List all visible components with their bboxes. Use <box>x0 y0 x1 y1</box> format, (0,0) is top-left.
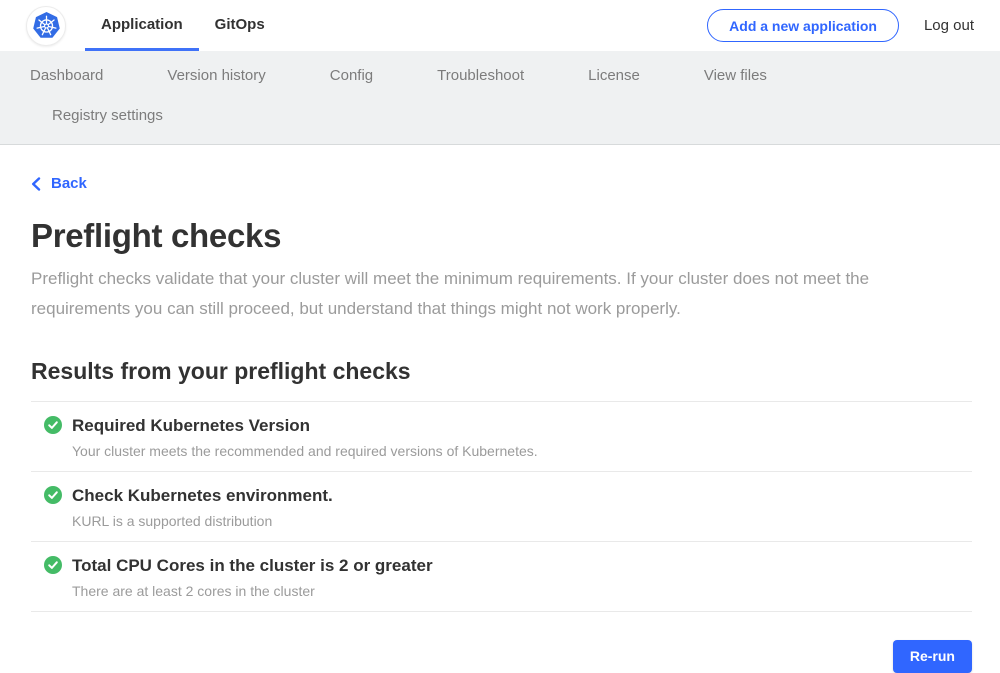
back-link[interactable]: Back <box>31 175 87 192</box>
check-title: Required Kubernetes Version <box>72 415 538 436</box>
subnav-item-dashboard[interactable]: Dashboard <box>30 67 103 84</box>
check-title: Check Kubernetes environment. <box>72 485 333 506</box>
preflight-check-row: Check Kubernetes environment. KURL is a s… <box>31 472 972 542</box>
re-run-button[interactable]: Re-run <box>893 640 972 673</box>
subnav-row: Dashboard Version history Config Troublesho… <box>30 67 1000 84</box>
subnav-item-version-history[interactable]: Version history <box>167 67 265 84</box>
add-new-application-button[interactable]: Add a new application <box>707 9 899 42</box>
check-detail: KURL is a supported distribution <box>72 513 333 529</box>
page-description: Preflight checks validate that your clus… <box>31 264 946 324</box>
check-pass-icon <box>44 556 62 579</box>
kubernetes-logo <box>26 6 66 46</box>
kubernetes-logo-icon <box>31 10 62 41</box>
check-detail: There are at least 2 cores in the cluste… <box>72 583 433 599</box>
check-pass-icon <box>44 486 62 509</box>
check-pass-icon <box>44 416 62 439</box>
top-nav-right: Add a new application Log out <box>707 9 1000 42</box>
preflight-results-list: Required Kubernetes Version Your cluster … <box>31 402 972 612</box>
footer-actions: Re-run <box>31 640 972 673</box>
subnav-item-license[interactable]: License <box>588 67 640 84</box>
back-label: Back <box>51 175 87 192</box>
chevron-left-icon <box>31 177 41 191</box>
page-title: Preflight checks <box>31 217 972 255</box>
top-tab-gitops[interactable]: GitOps <box>199 0 281 51</box>
subnav-item-troubleshoot[interactable]: Troubleshoot <box>437 67 524 84</box>
app-subnav: Dashboard Version history Config Troublesho… <box>0 51 1000 145</box>
preflight-check-row: Required Kubernetes Version Your cluster … <box>31 402 972 472</box>
top-navigation: ApplicationGitOps Add a new application … <box>0 0 1000 51</box>
subnav-row: Registry settings <box>30 107 1000 124</box>
results-heading: Results from your preflight checks <box>31 358 972 385</box>
top-tabs: ApplicationGitOps <box>85 0 281 51</box>
check-detail: Your cluster meets the recommended and r… <box>72 443 538 459</box>
preflight-check-row: Total CPU Cores in the cluster is 2 or g… <box>31 542 972 612</box>
top-tab-application[interactable]: Application <box>85 0 199 51</box>
log-out-link[interactable]: Log out <box>924 17 974 34</box>
subnav-item-registry-settings[interactable]: Registry settings <box>52 107 163 124</box>
preflight-content: Back Preflight checks Preflight checks v… <box>0 145 1000 673</box>
check-title: Total CPU Cores in the cluster is 2 or g… <box>72 555 433 576</box>
subnav-item-config[interactable]: Config <box>330 67 373 84</box>
subnav-item-view-files[interactable]: View files <box>704 67 767 84</box>
